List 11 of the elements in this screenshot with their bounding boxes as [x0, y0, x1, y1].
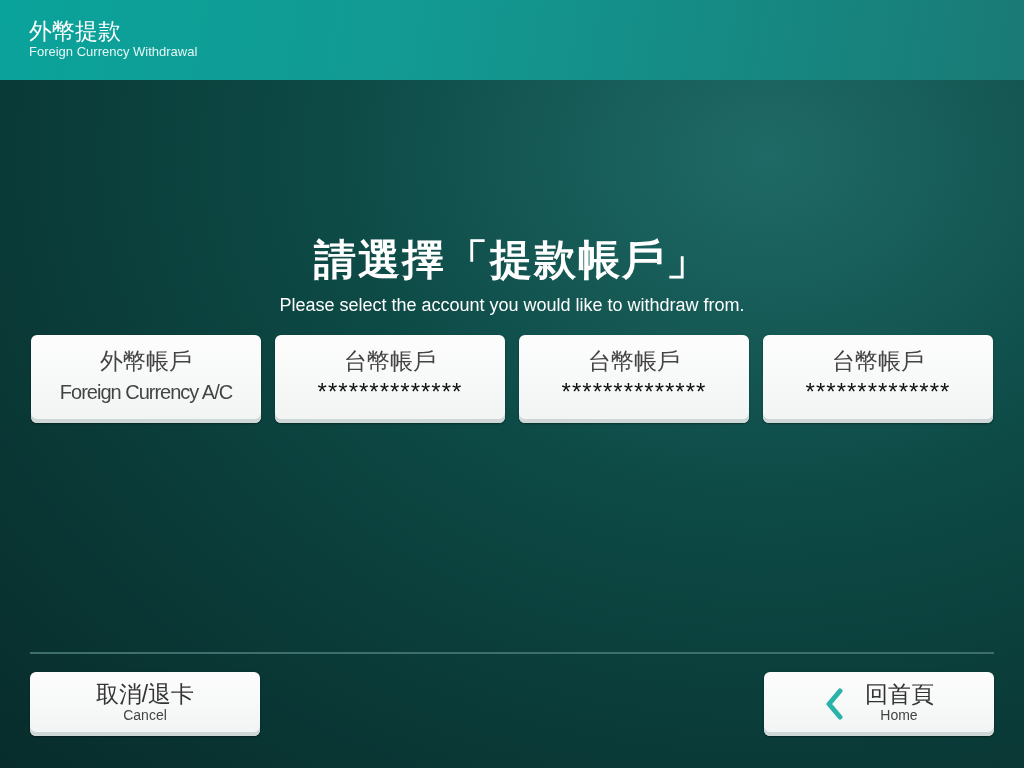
account-button[interactable]: 台幣帳戶 **************: [519, 335, 749, 423]
prompt-subtitle: Please select the account you would like to withdraw from.: [279, 295, 745, 316]
prompt-title: 請選擇「提款帳戶」: [314, 235, 710, 285]
account-button[interactable]: 台幣帳戶 **************: [275, 335, 505, 423]
chevron-left-icon: [824, 688, 844, 720]
page-subtitle: Foreign Currency Withdrawal: [29, 44, 199, 60]
home-button[interactable]: 回首頁 Home: [764, 672, 994, 736]
account-button[interactable]: 台幣帳戶 **************: [763, 335, 993, 423]
account-button[interactable]: 外幣帳戶 Foreign Currency A/C: [31, 335, 261, 423]
cancel-button[interactable]: 取消/退卡 Cancel: [30, 672, 260, 736]
page-title: 外幣提款: [29, 18, 122, 44]
